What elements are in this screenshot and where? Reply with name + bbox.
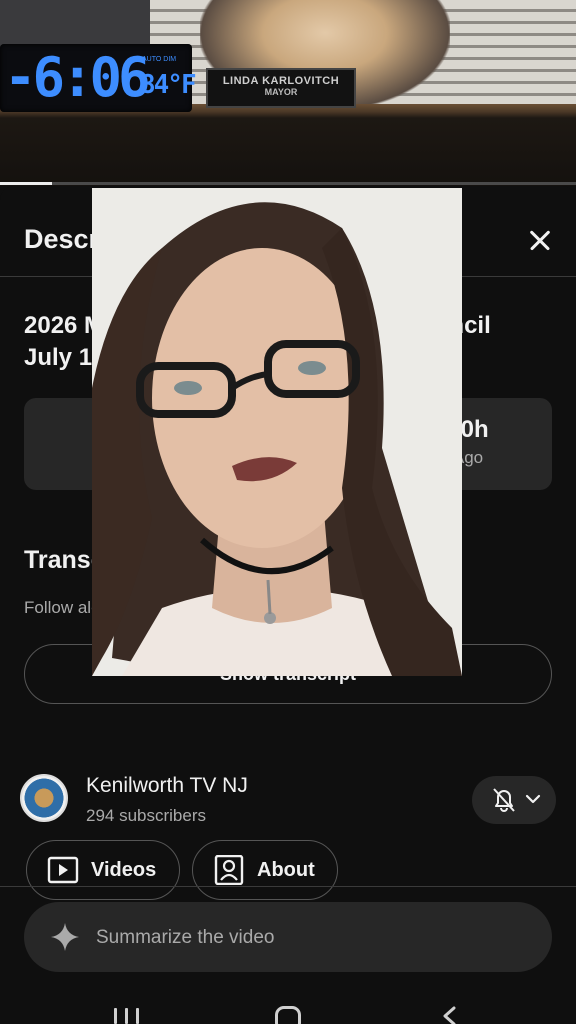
- videos-label: Videos: [91, 859, 157, 881]
- sparkle-icon: [51, 923, 79, 951]
- nameplate-name: LINDA KARLOVITCH: [222, 75, 340, 87]
- bell-off-icon: [493, 788, 515, 812]
- summarize-label: Summarize the video: [96, 927, 275, 948]
- video-desk: [0, 104, 576, 186]
- channel-videos-button[interactable]: Videos: [26, 840, 180, 900]
- close-icon[interactable]: [522, 222, 558, 258]
- clock-time: -6:06: [4, 46, 151, 109]
- summarize-video-button[interactable]: Summarize the video: [24, 902, 552, 972]
- nav-back-icon[interactable]: [440, 1006, 460, 1024]
- nameplate-title: MAYOR: [264, 87, 298, 97]
- video-progress-fill: [0, 182, 52, 185]
- pip-video-frame: [92, 188, 462, 676]
- channel-about-button[interactable]: About: [192, 840, 338, 900]
- divider: [0, 886, 576, 887]
- nav-home-icon[interactable]: [275, 1006, 301, 1024]
- about-label: About: [257, 859, 315, 881]
- video-progress-bar[interactable]: [0, 182, 576, 185]
- person-card-icon: [214, 855, 244, 885]
- pip-video-overlay[interactable]: [92, 188, 462, 676]
- channel-name[interactable]: Kenilworth TV NJ: [86, 774, 248, 798]
- chevron-down-icon: [525, 794, 541, 804]
- notification-bell-button[interactable]: [472, 776, 556, 824]
- video-clock-display: -6:06 AUTO DIM 84°F: [0, 44, 197, 112]
- video-player[interactable]: -6:06 AUTO DIM 84°F LINDA KARLOVITCH MAY…: [0, 0, 576, 186]
- channel-avatar[interactable]: [20, 774, 68, 822]
- nav-recents-icon[interactable]: [114, 1008, 140, 1024]
- channel-subscribers: 294 subscribers: [86, 806, 207, 825]
- video-nameplate: LINDA KARLOVITCH MAYOR: [206, 68, 356, 108]
- play-icon: [47, 856, 79, 884]
- clock-temperature: 84°F: [140, 70, 197, 100]
- clock-mini-label: AUTO DIM: [142, 56, 177, 63]
